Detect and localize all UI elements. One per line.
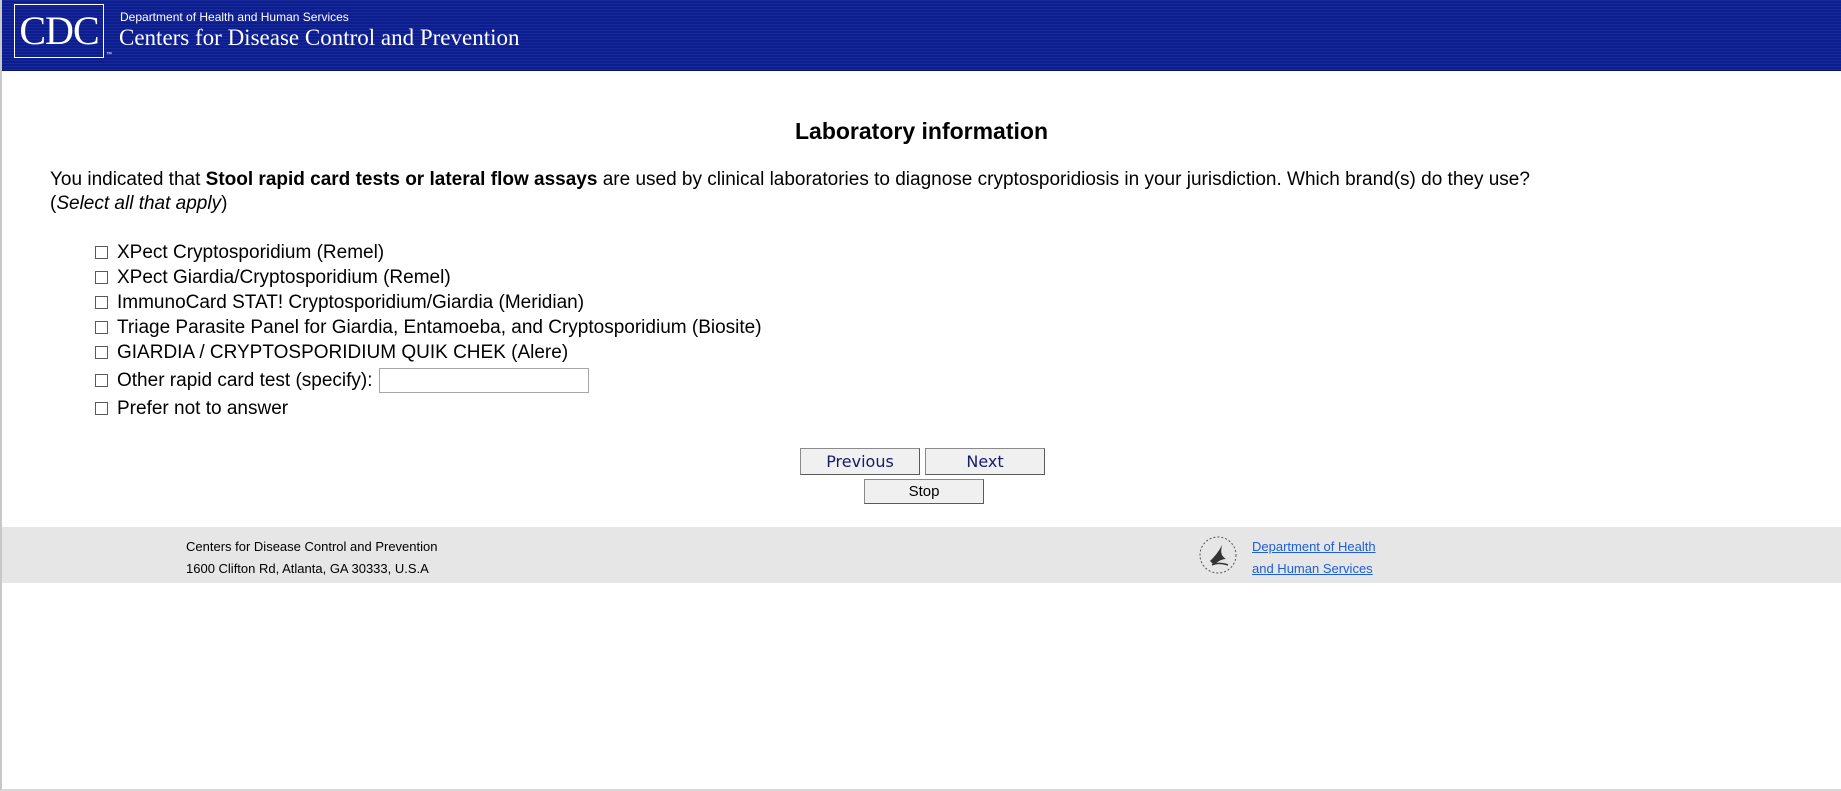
option-checkbox[interactable] — [95, 271, 108, 284]
department-name: Department of Health and Human Services — [120, 10, 349, 24]
footer-address-block: Centers for Disease Control and Preventi… — [186, 536, 437, 580]
option-checkbox[interactable] — [95, 374, 108, 387]
question-text: You indicated that Stool rapid card test… — [50, 168, 1750, 216]
cdc-logo[interactable]: CDC — [14, 4, 104, 58]
hhs-link-line1[interactable]: Department of Health — [1252, 536, 1376, 558]
hhs-link-block: Department of Health and Human Services — [1252, 536, 1376, 580]
option-triage-parasite-panel[interactable]: Triage Parasite Panel for Giardia, Entam… — [95, 315, 995, 340]
question-prefix: You indicated that — [50, 169, 206, 190]
instruction-close: ) — [221, 193, 228, 214]
option-label: XPect Cryptosporidium (Remel) — [117, 241, 385, 263]
previous-button[interactable]: Previous — [800, 448, 920, 475]
option-checkbox[interactable] — [95, 246, 108, 259]
option-checkbox[interactable] — [95, 296, 108, 309]
option-label: Other rapid card test (specify): — [117, 369, 373, 391]
option-label: XPect Giardia/Cryptosporidium (Remel) — [117, 266, 451, 288]
option-label: Triage Parasite Panel for Giardia, Entam… — [117, 316, 762, 338]
next-button[interactable]: Next — [925, 448, 1045, 475]
answer-options-list: XPect Cryptosporidium (Remel) XPect Giar… — [95, 240, 995, 421]
survey-page: CDC ™ Department of Health and Human Ser… — [0, 0, 1841, 791]
trademark-icon: ™ — [106, 52, 112, 58]
question-suffix: are used by clinical laboratories to dia… — [597, 169, 1530, 190]
option-xpect-crypto[interactable]: XPect Cryptosporidium (Remel) — [95, 240, 995, 265]
option-prefer-not-to-answer[interactable]: Prefer not to answer — [95, 396, 995, 421]
cdc-header-banner: CDC ™ Department of Health and Human Ser… — [2, 0, 1841, 71]
option-quik-chek[interactable]: GIARDIA / CRYPTOSPORIDIUM QUIK CHEK (Ale… — [95, 340, 995, 365]
stop-button[interactable]: Stop — [864, 479, 984, 504]
cdc-logo-text: CDC — [19, 8, 99, 53]
option-immunocard-stat[interactable]: ImmunoCard STAT! Cryptosporidium/Giardia… — [95, 290, 995, 315]
other-specify-input[interactable] — [378, 368, 589, 393]
question-highlight: Stool rapid card tests or lateral flow a… — [205, 169, 598, 190]
option-checkbox[interactable] — [95, 346, 108, 359]
option-xpect-giardia-crypto[interactable]: XPect Giardia/Cryptosporidium (Remel) — [95, 265, 995, 290]
page-title: Laboratory information — [794, 118, 1048, 144]
option-label: Prefer not to answer — [117, 397, 289, 419]
option-checkbox[interactable] — [95, 321, 108, 334]
footer-org-name: Centers for Disease Control and Preventi… — [186, 539, 438, 554]
footer-address: 1600 Clifton Rd, Atlanta, GA 30333, U.S.… — [186, 561, 429, 576]
agency-name: Centers for Disease Control and Preventi… — [119, 25, 520, 50]
option-label: ImmunoCard STAT! Cryptosporidium/Giardia… — [117, 291, 585, 313]
page-footer: Centers for Disease Control and Preventi… — [2, 527, 1841, 583]
option-checkbox[interactable] — [95, 402, 108, 415]
option-other-rapid-card-test[interactable]: Other rapid card test (specify): — [95, 365, 995, 396]
instruction-text: Select all that apply — [56, 193, 222, 214]
option-label: GIARDIA / CRYPTOSPORIDIUM QUIK CHEK (Ale… — [117, 341, 569, 363]
hhs-eagle-icon — [1199, 536, 1237, 574]
hhs-link-line2[interactable]: and Human Services — [1252, 558, 1376, 580]
